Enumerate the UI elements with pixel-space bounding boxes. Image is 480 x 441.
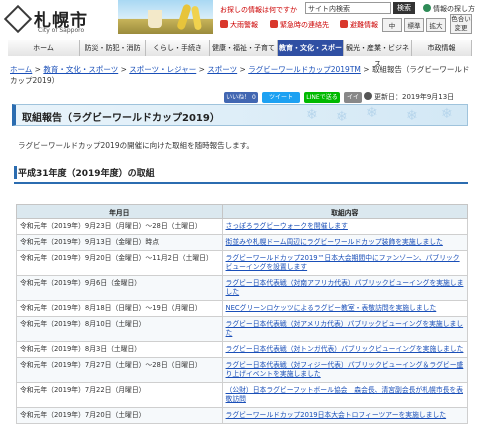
row-content: ラグビー日本代表戦（対アメリカ代表）パブリックビューイングを実施しました [221,316,469,342]
breadcrumb-link[interactable]: ラグビーワールドカップ2019TM [248,65,361,74]
row-link[interactable]: ラグビーワールドカップ2019日本大会トロフィーツアーを実施しました [226,411,447,419]
row-date: 令和元年（2019年）8月3日（土曜日） [16,341,223,358]
snowflake-icon: ❄ [336,109,348,125]
emergency-link-contact[interactable]: 緊急時の連絡先 [270,20,329,30]
search-button[interactable]: 検索 [393,2,415,14]
breadcrumb-link[interactable]: 教育・文化・スポーツ [43,65,118,74]
corn-image [176,3,192,31]
row-link[interactable]: さっぽろラグビーウォークを開催します [226,222,348,230]
tweet-button[interactable]: ツイート [262,92,300,103]
breadcrumb-link[interactable]: ホーム [10,65,32,74]
corn-image [190,5,203,31]
row-content: ラグビー日本代表戦（対フィジー代表）パブリックビューイング＆ラグビー盛り上げイベ… [221,357,469,383]
table-header-row: 年月日 取組内容 [16,204,469,219]
table-row: 令和元年（2019年）9月13日（金曜日）時点 街並みや札幌ドーム周辺にラグビー… [16,234,469,251]
alert-icon [220,20,228,28]
beer-glass-image [148,10,162,28]
row-content: さっぽろラグビーウォークを開催します [221,218,469,235]
row-date: 令和元年（2019年）7月22日（月曜日） [16,382,223,408]
row-content: （公財）日本ラグビーフットボール協会 森会長、清宮副会長が札幌市長を表敬訪問 [221,382,469,408]
table-row: 令和元年（2019年）7月22日（月曜日） （公財）日本ラグビーフットボール協会… [16,382,469,408]
section-title: 平成31年度（2019年度）の取組 [18,169,155,179]
row-link[interactable]: ラグビー日本代表戦（対トンガ代表）パブリックビューイングを実施しました [226,345,464,353]
header-photo [118,0,213,34]
evac-icon [340,20,348,28]
font-size-large-button[interactable]: 拡大 [426,18,446,32]
snowflake-icon: ❄ [441,106,453,122]
font-size-medium-button[interactable]: 中 [382,18,402,32]
phone-icon [270,20,278,28]
guide-icon [423,4,431,12]
table-row: 令和元年（2019年）8月10日（土曜日） ラグビー日本代表戦（対アメリカ代表）… [16,316,469,342]
row-link[interactable]: 街並みや札幌ドーム周辺にラグビーワールドカップ装飾を実施しました [226,238,443,246]
snowflake-icon: ❄ [406,108,418,124]
row-link[interactable]: （公財）日本ラグビーフットボール協会 森会長、清宮副会長が札幌市長を表敬訪問 [226,386,463,403]
row-content: ラグビー日本代表戦（対トンガ代表）パブリックビューイングを実施しました [221,341,469,358]
breadcrumb-link[interactable]: スポーツ・レジャー [129,65,196,74]
row-date: 令和元年（2019年）7月27日（土曜日）～28日（日曜日） [16,357,223,383]
table-row: 令和元年（2019年）8月3日（土曜日） ラグビー日本代表戦（対トンガ代表）パブ… [16,341,469,358]
row-link[interactable]: ラグビー日本代表戦（対アメリカ代表）パブリックビューイングを実施しました [226,320,464,337]
intro-text: ラグビーワールドカップ2019の開催に向けた取組を随時報告します。 [18,141,254,150]
row-content: 街並みや札幌ドーム周辺にラグビーワールドカップ装飾を実施しました [221,234,469,251]
city-emblem-icon [3,4,33,34]
line-share-button[interactable]: LINEで送る [304,92,340,103]
emergency-link-evac[interactable]: 避難情報 [340,20,378,30]
row-date: 令和元年（2019年）9月23日（月曜日）～28日（土曜日） [16,218,223,235]
snowflake-icon: ❄ [366,105,378,121]
row-link[interactable]: ラグビー日本代表戦（対南アフリカ代表）パブリックビューイングを実施しました [226,279,464,296]
nav-home[interactable]: ホーム [8,40,80,56]
table-row: 令和元年（2019年）9月23日（月曜日）～28日（土曜日） さっぽろラグビーウ… [16,218,469,235]
city-sub: City of Sapporo [38,27,85,34]
row-content: ラグビー日本代表戦（対南アフリカ代表）パブリックビューイングを実施しました [221,275,469,301]
row-date: 令和元年（2019年）9月13日（金曜日）時点 [16,234,223,251]
header: 札幌市 City of Sapporo お探しの情報は何ですか サイト内検索 検… [0,0,480,40]
nav-living[interactable]: くらし・手続き [146,40,210,56]
nav-health[interactable]: 健康・福祉・子育て [210,40,278,56]
row-date: 令和元年（2019年）8月10日（土曜日） [16,316,223,342]
nav-city[interactable]: 市政情報 [412,40,472,56]
row-content: ラグビーワールドカップ2019日本大会トロフィーツアーを実施しました [221,407,469,424]
clock-icon [364,92,372,100]
table-header-date: 年月日 [16,204,223,219]
row-link[interactable]: ラグビーワールドカップ2019™日本大会期間中にファンゾーン、パブリックビューイ… [226,254,460,271]
table-header-content: 取組内容 [221,204,469,219]
row-content: NECグリーンロケッツによるラグビー教室・表敬訪問を実施しました [221,300,469,317]
table-row: 令和元年（2019年）9月20日（金曜日）～11月2日（土曜日） ラグビーワール… [16,250,469,276]
row-link[interactable]: NECグリーンロケッツによるラグビー教室・表敬訪問を実施しました [226,304,437,312]
updated-date: 更新日：2019年9月13日 [364,92,454,103]
info-guide-link[interactable]: 情報の探し方 [423,4,475,14]
color-change-button[interactable]: 色合い 変更 [450,14,472,34]
table-row: 令和元年（2019年）7月27日（土曜日）～28日（日曜日） ラグビー日本代表戦… [16,357,469,383]
iine-button[interactable]: イイネ! [344,92,362,112]
activities-table: 年月日 取組内容 令和元年（2019年）9月23日（月曜日）～28日（土曜日） … [16,204,469,424]
page-title-box: 取組報告（ラグビーワールドカップ2019） ❄ ❄ ❄ ❄ ❄ [12,104,468,126]
global-nav: ホーム 防災・防犯・消防 くらし・手続き 健康・福祉・子育て 教育・文化・スポー… [8,40,472,68]
nav-tourism[interactable]: 観光・産業・ビジネス [344,40,412,68]
table-row: 令和元年（2019年）7月20日（土曜日） ラグビーワールドカップ2019日本大… [16,407,469,424]
row-date: 令和元年（2019年）7月20日（土曜日） [16,407,223,424]
row-date: 令和元年（2019年）9月20日（金曜日）～11月2日（土曜日） [16,250,223,276]
breadcrumb-link[interactable]: スポーツ [207,65,237,74]
snowflake-icon: ❄ [306,107,318,123]
city-logo[interactable]: 札幌市 City of Sapporo [3,4,98,36]
row-content: ラグビーワールドカップ2019™日本大会期間中にファンゾーン、パブリックビューイ… [221,250,469,276]
section-heading: 平成31年度（2019年度）の取組 [14,164,468,184]
search-input[interactable]: サイト内検索 [305,2,391,14]
search-label: お探しの情報は何ですか [220,6,297,14]
nav-disaster[interactable]: 防災・防犯・消防 [80,40,146,56]
row-link[interactable]: ラグビー日本代表戦（対フィジー代表）パブリックビューイング＆ラグビー盛り上げイベ… [226,361,464,378]
nav-education[interactable]: 教育・文化・スポーツ [278,40,344,68]
table-row: 令和元年（2019年）8月18日（日曜日）～19日（月曜日） NECグリーンロケ… [16,300,469,317]
row-date: 令和元年（2019年）9月6日（金曜日） [16,275,223,301]
emergency-link-rain[interactable]: 大雨警報 [220,20,258,30]
table-row: 令和元年（2019年）9月6日（金曜日） ラグビー日本代表戦（対南アフリカ代表）… [16,275,469,301]
page-title: 取組報告（ラグビーワールドカップ2019） [22,113,220,124]
facebook-like-button[interactable]: いいね！ 0 [224,92,258,103]
breadcrumb: ホーム > 教育・文化・スポーツ > スポーツ・レジャー > スポーツ > ラグ… [10,65,470,85]
heading-bar [14,166,17,179]
font-size-standard-button[interactable]: 標準 [404,18,424,32]
row-date: 令和元年（2019年）8月18日（日曜日）～19日（月曜日） [16,300,223,317]
